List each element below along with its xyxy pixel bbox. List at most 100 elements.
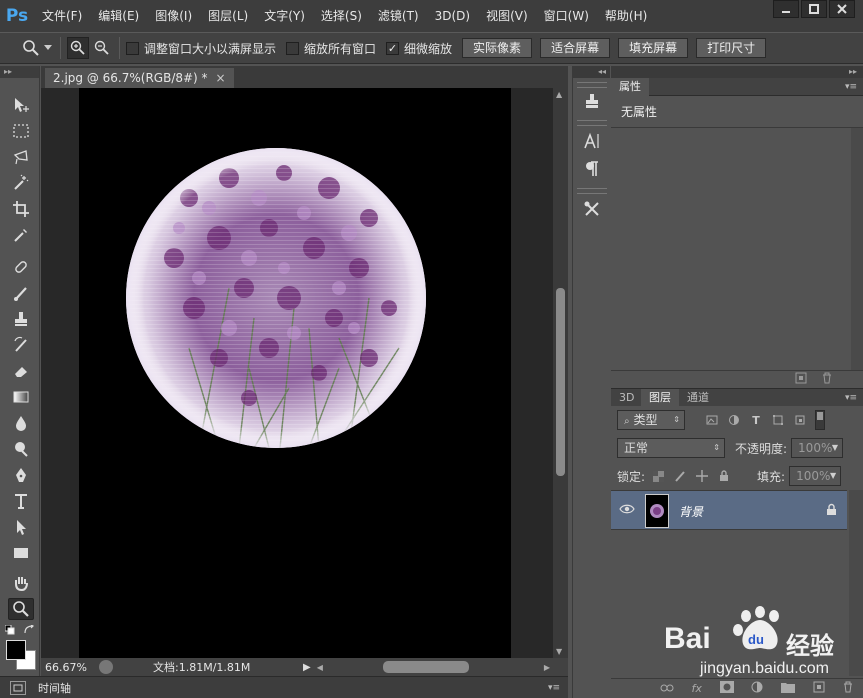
layer-thumbnail[interactable] <box>645 494 669 528</box>
zoom-all-windows-checkbox[interactable]: 缩放所有窗口 <box>286 40 376 57</box>
panel-grip[interactable] <box>577 82 607 88</box>
lasso-tool-icon[interactable] <box>8 146 34 168</box>
scrubby-zoom-checkbox[interactable]: ✓ 细微缩放 <box>386 40 452 57</box>
vertical-scrollbar[interactable]: ▲ ▼ <box>553 88 568 658</box>
filter-type-icon[interactable]: T <box>747 411 765 429</box>
trash-icon[interactable] <box>821 372 833 387</box>
foreground-color-swatch[interactable] <box>6 640 26 660</box>
dodge-tool-icon[interactable] <box>8 438 34 460</box>
filter-toggle-switch[interactable] <box>815 410 825 430</box>
move-tool-icon[interactable] <box>8 94 34 116</box>
filter-pixel-icon[interactable] <box>703 411 721 429</box>
menu-image[interactable]: 图像(I) <box>147 0 200 32</box>
scroll-left-icon[interactable]: ◀ <box>317 663 323 672</box>
tab-channels[interactable]: 通道 <box>679 389 717 407</box>
menu-select[interactable]: 选择(S) <box>313 0 370 32</box>
horizontal-scroll-thumb[interactable] <box>383 661 469 673</box>
panel-menu-icon[interactable]: ▾≡ <box>845 78 857 96</box>
zoom-out-icon[interactable] <box>91 37 113 59</box>
vertical-scroll-thumb[interactable] <box>556 288 565 476</box>
checkbox[interactable] <box>286 41 300 55</box>
history-brush-icon[interactable] <box>8 334 34 356</box>
clone-stamp-icon[interactable] <box>8 308 34 330</box>
timeline-panel-bar[interactable]: 时间轴 ▾≡ <box>0 676 568 698</box>
zoom-level[interactable]: 66.67% <box>45 661 91 674</box>
timeline-icon[interactable] <box>10 680 26 695</box>
lock-pixels-icon[interactable] <box>671 467 689 485</box>
layer-row-background[interactable]: 背景 <box>611 490 847 530</box>
checkbox-checked[interactable]: ✓ <box>386 41 400 55</box>
menu-help[interactable]: 帮助(H) <box>597 0 655 32</box>
scroll-up-icon[interactable]: ▲ <box>556 90 562 99</box>
toolbox-grip[interactable]: ▸▸ <box>0 66 39 78</box>
menu-file[interactable]: 文件(F) <box>34 0 90 32</box>
eye-visibility-icon[interactable] <box>619 503 635 518</box>
document-tab[interactable]: 2.jpg @ 66.7%(RGB/8#) * × <box>45 68 234 88</box>
timeline-tab[interactable]: 时间轴 <box>38 680 71 696</box>
checkbox[interactable] <box>126 41 139 55</box>
new-layer-icon[interactable] <box>795 372 807 387</box>
tab-3d[interactable]: 3D <box>611 389 642 407</box>
panel-menu-icon[interactable]: ▾≡ <box>845 389 857 407</box>
crop-tool-icon[interactable] <box>8 198 34 220</box>
fill-screen-button[interactable]: 填充屏幕 <box>618 38 689 58</box>
character-panel-icon[interactable] <box>581 130 603 152</box>
lock-transparent-icon[interactable] <box>649 467 667 485</box>
actual-pixels-button[interactable]: 实际像素 <box>462 38 533 58</box>
collapse-dock-icon[interactable]: ▸▸ <box>849 66 857 78</box>
close-tab-icon[interactable]: × <box>216 68 226 88</box>
fit-screen-button[interactable]: 适合屏幕 <box>540 38 611 58</box>
clone-source-panel-icon[interactable] <box>581 90 603 112</box>
status-preview-icon[interactable] <box>99 660 113 674</box>
panel-grip[interactable] <box>577 120 607 126</box>
tab-properties[interactable]: 属性 <box>611 78 649 96</box>
panel-menu-icon[interactable]: ▾≡ <box>548 683 560 693</box>
eyedropper-icon[interactable] <box>8 224 34 246</box>
blend-mode-dropdown[interactable]: 正常 ⇕ <box>617 438 725 458</box>
rectangle-tool-icon[interactable] <box>8 542 34 564</box>
status-menu-arrow-icon[interactable]: ▶ <box>303 662 311 673</box>
scroll-down-icon[interactable]: ▼ <box>556 647 562 656</box>
marquee-tool-icon[interactable] <box>8 120 34 142</box>
layer-name[interactable]: 背景 <box>679 503 703 520</box>
paragraph-panel-icon[interactable] <box>581 158 603 180</box>
menu-view[interactable]: 视图(V) <box>478 0 536 32</box>
document-canvas[interactable] <box>79 88 511 658</box>
zoom-in-icon[interactable] <box>67 37 89 59</box>
panel-dock-strip[interactable]: ▸▸ <box>611 66 863 78</box>
brush-tool-icon[interactable] <box>8 282 34 304</box>
pen-tool-icon[interactable] <box>8 464 34 486</box>
magic-wand-icon[interactable] <box>8 172 34 194</box>
layer-filter-dropdown[interactable]: ⌕ 类型 ⇕ <box>617 410 685 430</box>
menu-3d[interactable]: 3D(D) <box>427 0 478 32</box>
opacity-input[interactable]: 100% ▼ <box>791 438 844 458</box>
chevron-down-icon[interactable] <box>42 37 54 59</box>
default-colors-icon[interactable] <box>4 624 15 635</box>
scroll-right-icon[interactable]: ▶ <box>544 663 550 672</box>
swap-colors-icon[interactable] <box>24 624 36 634</box>
tab-layers[interactable]: 图层 <box>641 389 679 407</box>
gradient-tool-icon[interactable] <box>8 386 34 408</box>
lock-all-icon[interactable] <box>715 467 733 485</box>
zoom-tool-icon[interactable] <box>8 598 34 620</box>
minimize-button[interactable] <box>773 0 799 18</box>
lock-position-icon[interactable] <box>693 467 711 485</box>
filter-adjustment-icon[interactable] <box>725 411 743 429</box>
path-selection-icon[interactable] <box>8 516 34 538</box>
zoom-tool-preset-icon[interactable] <box>20 37 42 59</box>
dock-grip[interactable]: ◂◂ <box>573 66 610 78</box>
menu-type[interactable]: 文字(Y) <box>256 0 313 32</box>
resize-windows-checkbox[interactable]: 调整窗口大小以满屏显示 <box>126 40 276 57</box>
panel-grip[interactable] <box>577 188 607 194</box>
fill-input[interactable]: 100% ▼ <box>789 466 842 486</box>
menu-edit[interactable]: 编辑(E) <box>90 0 147 32</box>
type-tool-icon[interactable] <box>8 490 34 512</box>
menu-layer[interactable]: 图层(L) <box>200 0 256 32</box>
filter-smart-object-icon[interactable] <box>791 411 809 429</box>
blur-tool-icon[interactable] <box>8 412 34 434</box>
print-size-button[interactable]: 打印尺寸 <box>696 38 767 58</box>
hand-tool-icon[interactable] <box>8 572 34 594</box>
menu-window[interactable]: 窗口(W) <box>536 0 597 32</box>
tool-presets-panel-icon[interactable] <box>581 198 603 220</box>
menu-filter[interactable]: 滤镜(T) <box>370 0 427 32</box>
